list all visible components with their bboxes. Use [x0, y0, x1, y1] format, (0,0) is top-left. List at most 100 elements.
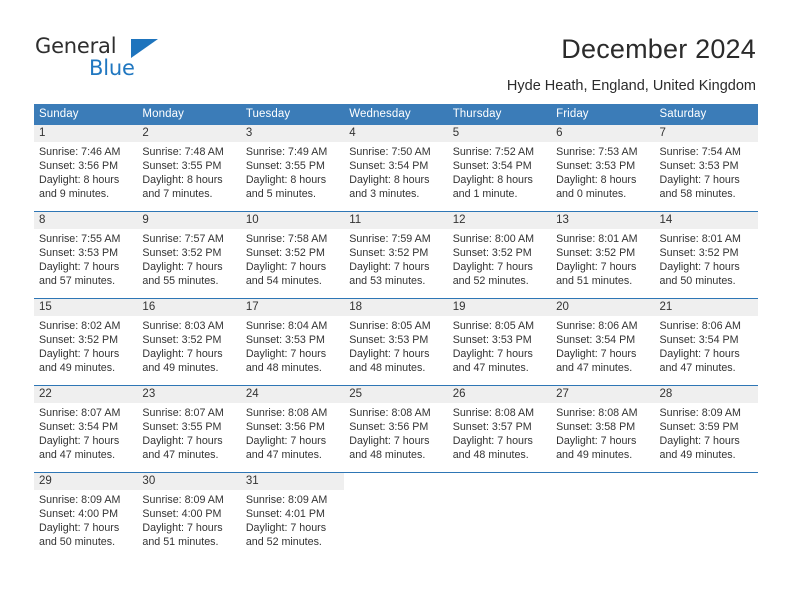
calendar-day-cell[interactable]: 26 Sunrise: 8:08 AM Sunset: 3:57 PM Dayligh… [447, 386, 552, 472]
day-number: 28 [654, 386, 758, 403]
calendar-day-cell[interactable]: 28 Sunrise: 8:09 AM Sunset: 3:59 PM Dayligh… [654, 386, 758, 472]
calendar-day-cell[interactable]: 2 Sunrise: 7:48 AM Sunset: 3:55 PM Daylight… [137, 125, 241, 211]
day-details: Sunrise: 8:04 AM Sunset: 3:53 PM Daylight:… [241, 316, 344, 375]
day-number: 3 [240, 125, 345, 142]
calendar-day-cell[interactable]: 27 Sunrise: 8:08 AM Sunset: 3:58 PM Dayligh… [551, 386, 655, 472]
calendar-day-cell[interactable]: 14 Sunrise: 8:01 AM Sunset: 3:52 PM Dayligh… [654, 212, 758, 298]
daylight-text: Daylight: 7 hours [349, 261, 430, 274]
sunrise-text: Sunrise: 7:49 AM [245, 146, 328, 158]
calendar-week-row: 22 Sunrise: 8:07 AM Sunset: 3:54 PM Dayligh… [34, 385, 758, 472]
calendar-day-cell[interactable]: 9 Sunrise: 7:57 AM Sunset: 3:52 PM Daylight… [137, 212, 241, 298]
sunrise-text: Sunrise: 8:02 AM [39, 320, 121, 332]
day-number: 18 [344, 299, 448, 316]
calendar-day-cell[interactable]: 18 Sunrise: 8:05 AM Sunset: 3:53 PM Dayligh… [344, 299, 448, 385]
day-number: 29 [34, 473, 138, 490]
daylight-text: Daylight: 7 hours [142, 261, 223, 274]
sunset-text: Sunset: 3:53 PM [245, 334, 325, 347]
weekday-saturday: Saturday [659, 108, 707, 120]
day-details: Sunrise: 8:07 AM Sunset: 3:55 PM Daylight:… [137, 403, 240, 462]
calendar-day-cell[interactable]: 10 Sunrise: 7:58 AM Sunset: 3:52 PM Dayligh… [240, 212, 345, 298]
calendar-day-cell[interactable]: 3 Sunrise: 7:49 AM Sunset: 3:55 PM Daylight… [240, 125, 345, 211]
day-details: Sunrise: 7:53 AM Sunset: 3:53 PM Daylight:… [551, 142, 654, 201]
sunset-text: Sunset: 3:53 PM [659, 160, 739, 173]
calendar-day-cell[interactable]: 19 Sunrise: 8:05 AM Sunset: 3:53 PM Dayligh… [447, 299, 552, 385]
calendar-day-cell[interactable]: 15 Sunrise: 8:02 AM Sunset: 3:52 PM Dayligh… [34, 299, 138, 385]
day-details: Sunrise: 7:55 AM Sunset: 3:53 PM Daylight:… [34, 229, 137, 288]
calendar-day-cell[interactable]: 30 Sunrise: 8:09 AM Sunset: 4:00 PM Dayligh… [137, 473, 241, 559]
weekday-thursday: Thursday [452, 108, 502, 120]
calendar-day-cell[interactable]: 11 Sunrise: 7:59 AM Sunset: 3:52 PM Dayligh… [344, 212, 448, 298]
daylight-text: and 51 minutes. [556, 275, 633, 288]
sunrise-text: Sunrise: 7:55 AM [39, 233, 121, 245]
sunset-text: Sunset: 3:52 PM [142, 247, 222, 260]
daylight-text: Daylight: 7 hours [349, 435, 430, 448]
sunrise-text: Sunrise: 8:04 AM [245, 320, 328, 332]
calendar-day-cell[interactable]: 21 Sunrise: 8:06 AM Sunset: 3:54 PM Dayligh… [654, 299, 758, 385]
daylight-text: and 7 minutes. [142, 188, 213, 201]
day-details: Sunrise: 8:02 AM Sunset: 3:52 PM Daylight:… [34, 316, 137, 375]
daylight-text: and 52 minutes. [452, 275, 529, 288]
sunset-text: Sunset: 3:54 PM [556, 334, 636, 347]
daylight-text: and 51 minutes. [142, 536, 219, 549]
sunset-text: Sunset: 3:52 PM [39, 334, 119, 347]
calendar-day-cell[interactable]: 17 Sunrise: 8:04 AM Sunset: 3:53 PM Dayligh… [240, 299, 345, 385]
calendar-day-cell[interactable]: 23 Sunrise: 8:07 AM Sunset: 3:55 PM Dayligh… [137, 386, 241, 472]
sunrise-text: Sunrise: 8:03 AM [142, 320, 224, 332]
calendar-day-cell[interactable]: 29 Sunrise: 8:09 AM Sunset: 4:00 PM Dayligh… [34, 473, 138, 559]
sunrise-text: Sunrise: 7:57 AM [142, 233, 224, 245]
sunrise-text: Sunrise: 8:06 AM [659, 320, 741, 332]
calendar-day-cell[interactable]: 24 Sunrise: 8:08 AM Sunset: 3:56 PM Dayligh… [240, 386, 345, 472]
day-number: 14 [654, 212, 758, 229]
daylight-text: and 48 minutes. [349, 449, 426, 462]
calendar-day-cell[interactable]: 25 Sunrise: 8:08 AM Sunset: 3:56 PM Dayligh… [344, 386, 448, 472]
calendar-day-cell[interactable]: 22 Sunrise: 8:07 AM Sunset: 3:54 PM Dayligh… [34, 386, 138, 472]
calendar-day-empty [551, 473, 655, 559]
calendar-day-cell[interactable]: 7 Sunrise: 7:54 AM Sunset: 3:53 PM Daylight… [654, 125, 758, 211]
sunset-text: Sunset: 3:52 PM [245, 247, 325, 260]
daylight-text: Daylight: 7 hours [452, 261, 533, 274]
daylight-text: and 58 minutes. [659, 188, 736, 201]
sunrise-text: Sunrise: 7:54 AM [659, 146, 741, 158]
daylight-text: Daylight: 7 hours [452, 348, 533, 361]
calendar-day-cell[interactable]: 20 Sunrise: 8:06 AM Sunset: 3:54 PM Dayligh… [551, 299, 655, 385]
sunset-text: Sunset: 3:57 PM [452, 421, 532, 434]
daylight-text: Daylight: 7 hours [659, 261, 740, 274]
day-number: 9 [137, 212, 241, 229]
daylight-text: and 49 minutes. [659, 449, 736, 462]
sunrise-text: Sunrise: 8:07 AM [142, 407, 224, 419]
daylight-text: Daylight: 7 hours [142, 435, 223, 448]
sunrise-text: Sunrise: 7:48 AM [142, 146, 224, 158]
weekday-tuesday: Tuesday [245, 108, 291, 120]
sunrise-text: Sunrise: 8:00 AM [452, 233, 535, 245]
calendar-day-cell[interactable]: 4 Sunrise: 7:50 AM Sunset: 3:54 PM Daylight… [344, 125, 448, 211]
daylight-text: Daylight: 7 hours [39, 348, 120, 361]
day-number: 17 [240, 299, 345, 316]
sunrise-text: Sunrise: 8:08 AM [452, 407, 535, 419]
calendar-day-cell[interactable]: 8 Sunrise: 7:55 AM Sunset: 3:53 PM Daylight… [34, 212, 138, 298]
calendar-day-cell[interactable]: 13 Sunrise: 8:01 AM Sunset: 3:52 PM Dayligh… [551, 212, 655, 298]
calendar-day-cell[interactable]: 6 Sunrise: 7:53 AM Sunset: 3:53 PM Daylight… [551, 125, 655, 211]
calendar-day-cell[interactable]: 5 Sunrise: 7:52 AM Sunset: 3:54 PM Daylight… [447, 125, 552, 211]
day-details: Sunrise: 8:08 AM Sunset: 3:57 PM Daylight:… [448, 403, 551, 462]
daylight-text: Daylight: 7 hours [556, 348, 637, 361]
day-details: Sunrise: 8:05 AM Sunset: 3:53 PM Daylight:… [448, 316, 551, 375]
day-number: 26 [447, 386, 552, 403]
sunset-text: Sunset: 3:58 PM [556, 421, 636, 434]
daylight-text: Daylight: 7 hours [39, 435, 120, 448]
brand-logo[interactable]: General Blue [35, 34, 185, 86]
daylight-text: and 49 minutes. [142, 362, 219, 375]
day-details: Sunrise: 7:52 AM Sunset: 3:54 PM Daylight:… [448, 142, 551, 201]
calendar-day-cell[interactable]: 12 Sunrise: 8:00 AM Sunset: 3:52 PM Dayligh… [447, 212, 552, 298]
daylight-text: Daylight: 7 hours [556, 435, 637, 448]
day-number: 19 [447, 299, 552, 316]
calendar-day-cell[interactable]: 16 Sunrise: 8:03 AM Sunset: 3:52 PM Dayligh… [137, 299, 241, 385]
sunrise-text: Sunrise: 8:08 AM [556, 407, 638, 419]
sunset-text: Sunset: 3:52 PM [452, 247, 532, 260]
daylight-text: Daylight: 8 hours [349, 174, 430, 187]
day-details: Sunrise: 7:59 AM Sunset: 3:52 PM Daylight:… [344, 229, 447, 288]
sunset-text: Sunset: 3:53 PM [452, 334, 532, 347]
sunrise-text: Sunrise: 8:07 AM [39, 407, 121, 419]
calendar-day-cell[interactable]: 31 Sunrise: 8:09 AM Sunset: 4:01 PM Dayligh… [240, 473, 345, 559]
day-number: 16 [137, 299, 241, 316]
calendar-day-cell[interactable]: 1 Sunrise: 7:46 AM Sunset: 3:56 PM Daylight… [34, 125, 138, 211]
